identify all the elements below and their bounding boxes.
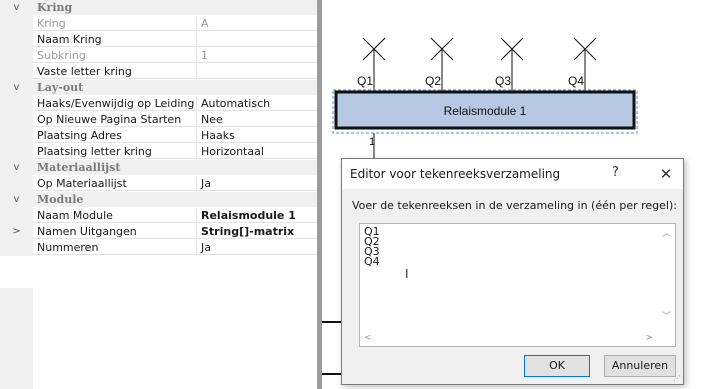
property-value[interactable]: String[]-matrix [197,224,317,239]
row-gutter [0,16,33,32]
row-gutter [0,112,33,128]
collapse-icon[interactable]: v [0,80,33,96]
property-value[interactable]: Haaks [197,128,317,143]
property-name: Plaatsing letter kring [33,144,197,159]
property-name: Vaste letter kring [33,64,197,79]
property-value[interactable]: Relaismodule 1 [197,208,317,223]
property-row[interactable]: Naam Kring [0,32,317,48]
output-contacts: Q1 Q2 Q3 Q4 [357,37,597,92]
property-row[interactable]: > Namen Uitgangen String[]-matrix [0,224,317,240]
expand-icon[interactable]: > [0,224,33,240]
textarea-lines: Q1 Q2 Q3 Q4 [364,226,380,268]
textarea-line: Q4 [364,255,380,268]
property-value[interactable]: Horizontaal [197,144,317,159]
row-gutter [0,176,33,192]
property-row[interactable]: Plaatsing letter kring Horizontaal [0,144,317,160]
property-name: Namen Uitgangen [33,224,197,239]
property-row[interactable]: Op Materiaallijst Ja [0,176,317,192]
module-label: Relaismodule 1 [444,104,527,118]
grid-gutter [0,288,33,389]
connector-number: 1 [369,136,375,148]
text-cursor-icon: I [405,267,409,281]
ok-button[interactable]: OK [524,355,590,377]
scroll-up-icon[interactable]: ︿ [662,226,671,239]
close-icon[interactable]: ✕ [654,163,678,185]
output-label: Q3 [495,74,511,88]
row-gutter [0,96,33,112]
output-contact[interactable]: Q1 [357,37,386,92]
category-row[interactable]: v Module [0,192,317,208]
scroll-right-icon[interactable]: > [645,333,653,343]
category-label: Module [33,192,317,207]
category-label: Materiaallijst [33,160,317,175]
property-name: Nummeren [33,240,197,255]
category-row[interactable]: v Lay-out [0,80,317,96]
output-label: Q4 [568,74,584,88]
row-gutter [0,48,33,64]
row-gutter [0,64,33,80]
property-row[interactable]: Kring A [0,16,317,32]
property-row[interactable]: Haaks/Evenwijdig op Leiding Automatisch [0,96,317,112]
property-name: Plaatsing Adres [33,128,197,143]
property-name: Op Materiaallijst [33,176,197,191]
collapse-icon[interactable]: v [0,0,33,16]
dialog-titlebar: Editor voor tekenreeksverzameling ? ✕ [342,159,683,189]
category-row[interactable]: v Materiaallijst [0,160,317,176]
resize-grip-icon[interactable]: ⋰ [673,374,681,383]
row-gutter [0,240,33,256]
property-name: Subkring [33,48,197,63]
output-label: Q1 [357,74,373,88]
scroll-down-icon[interactable]: ﹀ [662,309,671,322]
property-value[interactable]: 1 [197,48,317,63]
category-label: Kring [33,0,317,15]
property-grid: v Kring Kring A Naam Kring Subkring 1 Vaste let… [0,0,317,389]
property-value[interactable]: Nee [197,112,317,127]
output-contact[interactable]: Q2 [425,37,454,92]
property-value[interactable]: Automatisch [197,96,317,111]
property-name: Haaks/Evenwijdig op Leiding [33,96,197,111]
property-row[interactable]: Subkring 1 [0,48,317,64]
row-gutter [0,144,33,160]
collapse-icon[interactable]: v [0,192,33,208]
strings-textarea[interactable]: Q1 Q2 Q3 Q4 I ︿ ﹀ < > [359,223,676,347]
output-contact[interactable]: Q4 [568,37,597,92]
property-name: Op Nieuwe Pagina Starten [33,112,197,127]
output-label: Q2 [425,74,441,88]
property-value[interactable]: Ja [197,240,317,255]
property-row[interactable]: Plaatsing Adres Haaks [0,128,317,144]
category-row[interactable]: v Kring [0,0,317,16]
help-button[interactable]: ? [612,165,619,180]
collapse-icon[interactable]: v [0,160,33,176]
property-row[interactable]: Nummeren Ja [0,240,317,256]
property-value[interactable] [197,32,317,47]
property-name: Naam Module [33,208,197,223]
property-value[interactable] [197,64,317,79]
property-row[interactable]: Op Nieuwe Pagina Starten Nee [0,112,317,128]
property-row[interactable]: Naam Module Relaismodule 1 [0,208,317,224]
cancel-button[interactable]: Annuleren [604,355,676,377]
dialog-prompt: Voer de tekenreeksen in de verzameling i… [352,199,677,212]
output-contact[interactable]: Q3 [495,37,524,92]
row-gutter [0,32,33,48]
property-name: Kring [33,16,197,31]
scroll-left-icon[interactable]: < [364,333,372,343]
row-gutter [0,208,33,224]
string-collection-editor-dialog: Editor voor tekenreeksverzameling ? ✕ Vo… [341,158,684,385]
property-value[interactable]: Ja [197,176,317,191]
property-name: Naam Kring [33,32,197,47]
row-gutter [0,128,33,144]
category-label: Lay-out [33,80,317,95]
property-row[interactable]: Vaste letter kring [0,64,317,80]
property-value[interactable]: A [197,16,317,31]
dialog-title: Editor voor tekenreeksverzameling [350,167,561,181]
